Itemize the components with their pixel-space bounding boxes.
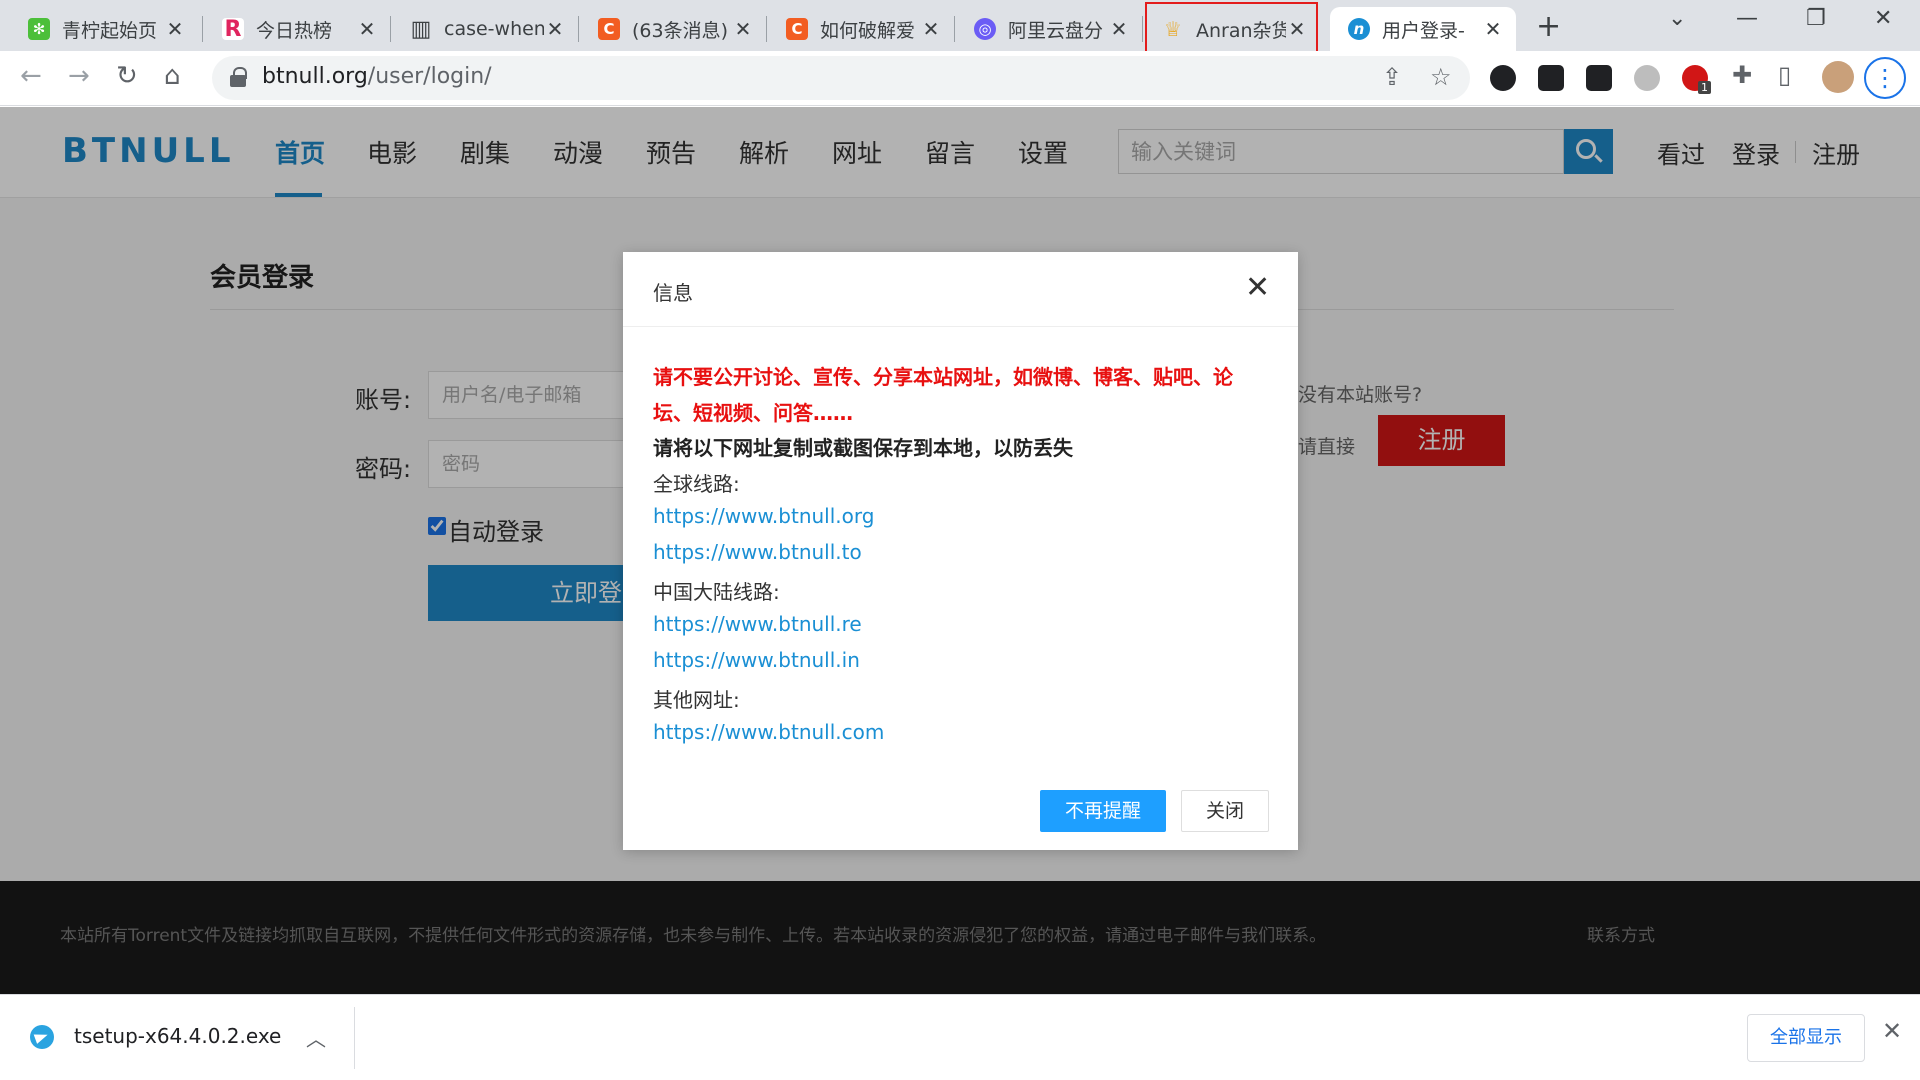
window-close-icon[interactable]: ✕ [1874, 6, 1892, 31]
tab-title: 今日热榜 [256, 19, 333, 42]
tab-case-when[interactable]: ▥ case-when ✕ [392, 7, 578, 51]
dialog-close-icon[interactable]: ✕ [1245, 270, 1270, 305]
lock-icon[interactable] [230, 67, 247, 87]
close-icon[interactable]: ✕ [1482, 17, 1504, 41]
csdn-icon: C [786, 18, 808, 40]
close-icon[interactable]: ✕ [732, 17, 754, 41]
download-divider [354, 1007, 355, 1069]
dialog-close-button[interactable]: 关闭 [1181, 790, 1269, 832]
other-link-1[interactable]: https://www.btnull.com [653, 720, 884, 744]
other-urls-label: 其他网址: [653, 688, 740, 712]
profile-avatar[interactable] [1822, 61, 1854, 93]
extension-circle-icon[interactable] [1490, 65, 1516, 91]
book-icon: ▥ [410, 16, 432, 42]
dont-remind-button[interactable]: 不再提醒 [1040, 790, 1166, 832]
tab-btnull-login[interactable]: n 用户登录- ✕ [1330, 7, 1516, 51]
tab-csdn-messages[interactable]: C (63条消息) ✕ [580, 7, 766, 51]
address-bar[interactable]: btnull.org/user/login/ ⇪ ☆ [212, 56, 1470, 100]
tab-aliyun-drive[interactable]: ◎ 阿里云盘分 ✕ [956, 7, 1142, 51]
tab-title: case-when [444, 18, 544, 40]
btnull-icon: n [1348, 18, 1370, 40]
close-icon[interactable]: ✕ [1108, 17, 1130, 41]
info-dialog: 信息 ✕ 请不要公开讨论、宣传、分享本站网址，如微博、博客、贴吧、论坛、短视频、… [623, 252, 1298, 850]
global-link-1[interactable]: https://www.btnull.org [653, 504, 874, 528]
dialog-title: 信息 [653, 281, 693, 305]
tab-title: (63条消息) [632, 19, 729, 42]
forward-icon[interactable]: → [68, 61, 90, 91]
modal-overlay-footer [0, 881, 1920, 994]
close-icon[interactable]: ✕ [356, 17, 378, 41]
tab-separator [766, 16, 767, 42]
csdn-icon: C [598, 18, 620, 40]
tab-csdn-crack[interactable]: C 如何破解爱 ✕ [768, 7, 954, 51]
tab-search-icon[interactable]: ⌄ [1668, 6, 1686, 31]
tab-title: 用户登录- [1382, 19, 1465, 42]
tab-separator [954, 16, 955, 42]
aliyun-drive-icon: ◎ [974, 18, 996, 40]
download-filename[interactable]: tsetup-x64.4.0.2.exe [74, 1024, 281, 1048]
tab-separator [390, 16, 391, 42]
reload-icon[interactable]: ↻ [116, 61, 138, 91]
restore-icon[interactable]: ❐ [1806, 6, 1826, 31]
tab-title: 阿里云盘分 [1008, 19, 1104, 42]
tab-separator [578, 16, 579, 42]
show-all-downloads-button[interactable]: 全部显示 [1747, 1014, 1865, 1062]
rebang-icon: R [222, 17, 244, 42]
download-bar: tsetup-x64.4.0.2.exe ︿ 全部显示 ✕ [0, 994, 1920, 1080]
dialog-warning: 请不要公开讨论、宣传、分享本站网址，如微博、博客、贴吧、论坛、短视频、问答…… [653, 365, 1233, 425]
minimize-icon[interactable]: — [1736, 6, 1758, 31]
tab-separator [1142, 16, 1143, 42]
bookmark-star-icon[interactable]: ☆ [1430, 63, 1452, 91]
new-tab-icon[interactable]: + [1536, 9, 1561, 44]
home-icon[interactable]: ⌂ [164, 61, 181, 91]
extension-l-icon[interactable] [1586, 65, 1612, 91]
extension-badge: 1 [1698, 81, 1711, 94]
extension-leaf-icon[interactable] [1634, 65, 1660, 91]
url-text: btnull.org/user/login/ [262, 64, 492, 89]
close-icon[interactable]: ✕ [544, 17, 566, 41]
tab-qingning[interactable]: ✻ 青柠起始页 ✕ [10, 7, 198, 51]
tab-strip: ✻ 青柠起始页 ✕ R 今日热榜 ✕ ▥ case-when ✕ C (63条消… [0, 0, 1920, 58]
tab-title: 青柠起始页 [62, 19, 158, 42]
tab-rebang[interactable]: R 今日热榜 ✕ [204, 7, 390, 51]
share-icon[interactable]: ⇪ [1382, 63, 1402, 91]
close-download-bar-icon[interactable]: ✕ [1882, 1017, 1902, 1045]
highlight-annotation [1145, 2, 1318, 58]
global-route-label: 全球线路: [653, 472, 740, 496]
extensions-puzzle-icon[interactable]: ✚ [1732, 61, 1752, 89]
chevron-up-icon[interactable]: ︿ [306, 1023, 326, 1052]
mainland-route-label: 中国大陆线路: [653, 580, 780, 604]
dialog-save-note: 请将以下网址复制或截图保存到本地，以防丢失 [653, 436, 1073, 460]
close-icon[interactable]: ✕ [920, 17, 942, 41]
global-link-2[interactable]: https://www.btnull.to [653, 540, 862, 564]
dialog-divider [623, 326, 1298, 327]
tab-title: 如何破解爱 [820, 19, 916, 42]
telegram-icon [30, 1025, 54, 1049]
browser-menu-icon[interactable]: ⋮ [1864, 57, 1906, 99]
side-panel-icon[interactable]: ▯ [1778, 61, 1791, 89]
lime-icon: ✻ [28, 18, 50, 40]
back-icon[interactable]: ← [20, 61, 42, 91]
mainland-link-1[interactable]: https://www.btnull.re [653, 612, 862, 636]
extension-tampermonkey-icon[interactable] [1538, 65, 1564, 91]
tab-separator [202, 16, 203, 42]
mainland-link-2[interactable]: https://www.btnull.in [653, 648, 860, 672]
close-icon[interactable]: ✕ [164, 17, 186, 41]
browser-toolbar: ← → ↻ ⌂ btnull.org/user/login/ ⇪ ☆ 1 ✚ ▯… [0, 51, 1920, 106]
